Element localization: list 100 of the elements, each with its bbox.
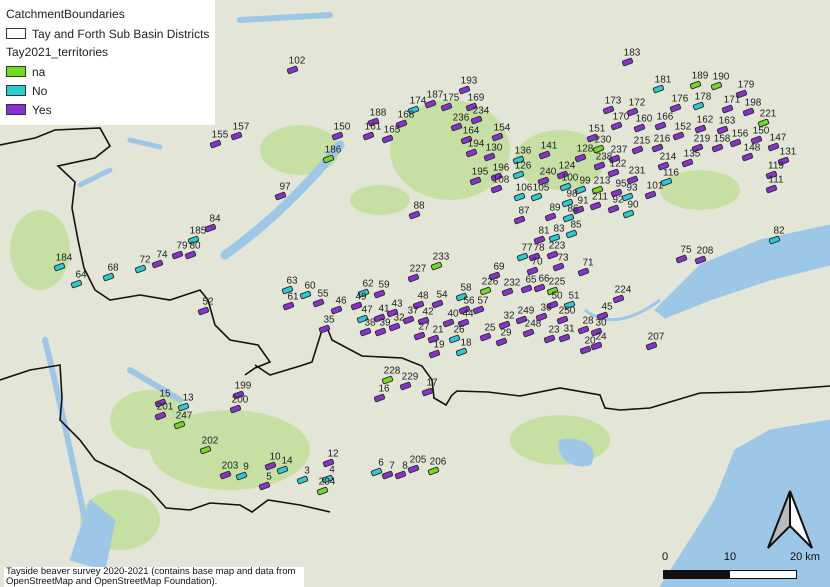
territory-label: 219	[694, 134, 710, 144]
territory-label: 75	[680, 244, 692, 256]
territory-label: 82	[773, 226, 785, 236]
territory-label: 25	[484, 322, 496, 334]
territory-label: 6	[378, 458, 384, 468]
territory-label: 181	[654, 74, 672, 86]
territory-label: 174	[410, 96, 426, 106]
territory-label: 50	[551, 290, 563, 302]
north-arrow-icon	[767, 490, 813, 549]
territory-label: 163	[718, 116, 736, 126]
territory-label: 207	[648, 332, 664, 342]
territory-label: 40	[447, 308, 459, 320]
territory-label: 57	[477, 296, 489, 306]
scale-label: 0	[662, 551, 668, 563]
territory-label: 8	[402, 460, 408, 472]
territory-label: 79	[176, 240, 188, 252]
territory-label: 47	[361, 304, 373, 316]
territory-label: 5	[266, 472, 272, 482]
territory-label: 196	[492, 162, 510, 174]
territory-label: 124	[558, 160, 576, 172]
territory-label: 184	[56, 252, 72, 264]
territory-label: 150	[752, 126, 770, 136]
territory-label: 141	[540, 140, 558, 152]
territory-label: 55	[317, 288, 329, 300]
territory-label: 190	[712, 72, 730, 82]
territory-label: 226	[482, 276, 498, 288]
territory-label: 135	[684, 148, 700, 160]
territory-label: 148	[744, 142, 760, 154]
territory-label: 158	[714, 134, 730, 144]
territory-label: 170	[612, 112, 630, 122]
territory-label: 46	[335, 296, 347, 306]
territory-label: 3	[304, 466, 310, 476]
territory-label: 44	[462, 308, 474, 320]
territory-label: 164	[462, 126, 480, 136]
legend-title: Tay2021_territories	[6, 44, 110, 61]
legend-label: Yes	[32, 102, 52, 116]
territory-label: 59	[378, 280, 390, 290]
territory-label: 71	[582, 258, 594, 268]
legend-label: No	[32, 84, 48, 98]
territory-label: 102	[288, 56, 306, 66]
territory-label: 215	[634, 136, 650, 146]
territory-label: 187	[426, 90, 444, 100]
boundary-swatch	[6, 28, 26, 39]
territory-label: 233	[432, 252, 450, 262]
territory-label: 126	[514, 160, 532, 172]
territory-label: 128	[576, 144, 594, 154]
territory-label: 45	[601, 302, 613, 312]
territory-label: 20	[584, 336, 596, 346]
legend-title: CatchmentBoundaries	[6, 6, 126, 23]
territory-label: 231	[628, 166, 646, 176]
territory-label: 27	[418, 322, 430, 332]
territory-label: 179	[738, 80, 754, 90]
territory-label: 119	[768, 160, 784, 172]
territory-label: 42	[422, 306, 434, 318]
territory-label: 155	[212, 130, 228, 140]
territory-label: 26	[453, 324, 465, 336]
territory-label: 240	[540, 166, 556, 178]
territory-label: 178	[694, 92, 712, 102]
territory-label: 32	[503, 310, 515, 322]
scale-label: 20 km	[790, 551, 820, 563]
territory-label: 69	[493, 262, 505, 272]
territory-label: 227	[410, 264, 426, 274]
territory-label: 13	[182, 392, 194, 404]
territory-label: 175	[442, 92, 460, 104]
territory-label: 41	[378, 304, 390, 314]
territory-label: 208	[696, 246, 714, 256]
territory-label: 169	[468, 92, 484, 104]
territory-label: 150	[334, 122, 350, 132]
territory-label: 23	[548, 324, 560, 336]
territory-label: 173	[604, 96, 622, 106]
territory-label: 188	[370, 108, 386, 118]
territory-label: 43	[391, 298, 403, 310]
territory-label: 7	[389, 460, 395, 472]
scale-label: 10	[724, 551, 736, 563]
territory-label: 90	[627, 200, 639, 210]
territory-label: 131	[780, 146, 796, 158]
territory-label: 224	[614, 284, 632, 296]
territory-label: 154	[494, 122, 510, 134]
territory-label: 14	[281, 456, 293, 466]
territory-label: 51	[568, 290, 580, 302]
territory-label: 229	[402, 372, 418, 382]
territory-label: 194	[468, 138, 484, 150]
territory-label: 38	[364, 318, 376, 328]
territory-label: 152	[674, 122, 692, 132]
territory-label: 225	[548, 276, 566, 288]
territory-label: 68	[107, 262, 119, 274]
territory-label: 161	[364, 122, 382, 132]
territory-label: 101	[646, 180, 664, 192]
territory-label: 56	[463, 296, 475, 306]
territory-label: 201	[156, 402, 174, 412]
territory-label: 172	[628, 98, 646, 108]
territory-label: 78	[533, 242, 545, 254]
territory-label: 74	[156, 250, 168, 260]
territory-label: 130	[486, 142, 502, 154]
territory-label: 85	[570, 220, 582, 230]
territory-label: 165	[384, 124, 400, 136]
territory-label: 60	[304, 280, 316, 292]
legend-label: Tay and Forth Sub Basin Districts	[32, 26, 210, 40]
territory-label: 18	[460, 338, 472, 348]
territory-label: 176	[672, 94, 688, 104]
